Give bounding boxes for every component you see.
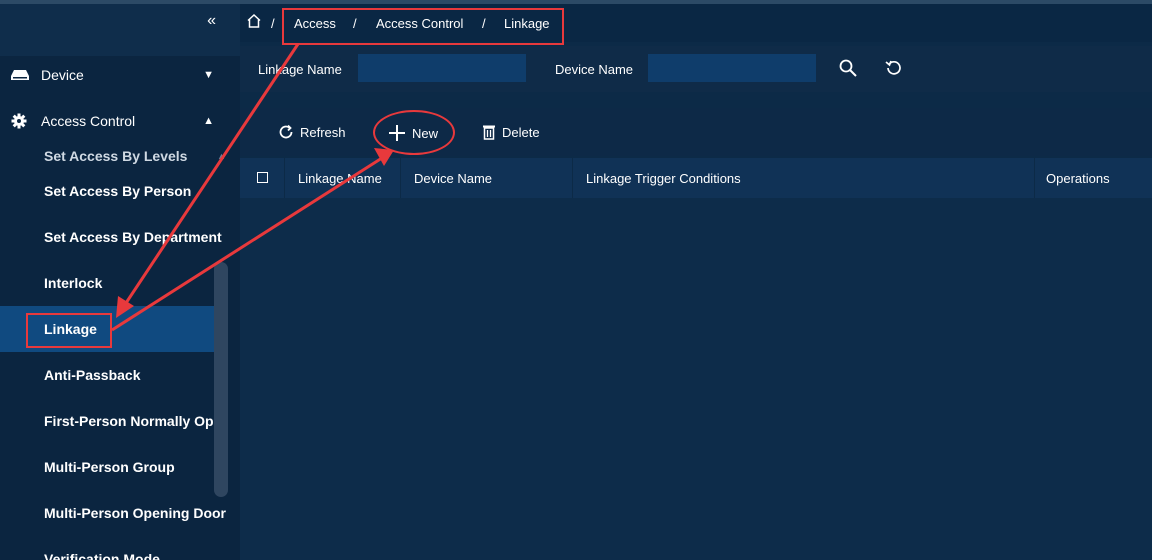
sidebar-item-anti-passback[interactable]: Anti-Passback: [0, 352, 228, 398]
sidebar-item-label: Set Access By Person: [44, 183, 192, 199]
table-body: [240, 198, 1152, 560]
column-header-trigger-conditions[interactable]: Linkage Trigger Conditions: [586, 171, 741, 186]
sidebar-item-label: Set Access By Levels: [44, 150, 188, 164]
column-divider: [1034, 158, 1035, 198]
breadcrumb-separator: /: [271, 16, 275, 31]
linkage-name-label: Linkage Name: [258, 62, 342, 77]
reset-icon[interactable]: [884, 58, 904, 81]
sidebar-item-first-person-normally-open[interactable]: First-Person Normally Open: [0, 398, 228, 444]
linkage-highlight-box: [26, 313, 112, 348]
gear-icon: [11, 113, 33, 129]
refresh-button[interactable]: Refresh: [278, 124, 346, 140]
linkage-name-input[interactable]: [358, 54, 526, 82]
chevron-up-icon: ▲: [203, 115, 214, 127]
new-button-highlight-ellipse: [373, 110, 455, 155]
sidebar-item-label: Anti-Passback: [44, 367, 141, 383]
sidebar-item-label: First-Person Normally Open: [44, 413, 228, 429]
delete-button[interactable]: Delete: [482, 124, 540, 140]
sidebar-item-interlock[interactable]: Interlock: [0, 260, 228, 306]
select-all-checkbox[interactable]: [257, 172, 268, 183]
scroll-up-icon[interactable]: ▲: [217, 151, 226, 161]
table-header: Linkage Name Device Name Linkage Trigger…: [240, 158, 1152, 198]
sidebar-scroll-track: [228, 146, 240, 560]
sidebar-item-multi-person-opening-door[interactable]: Multi-Person Opening Door: [0, 490, 228, 536]
sidebar-item-set-access-by-levels[interactable]: Set Access By Levels: [0, 150, 228, 164]
sidebar-item-label: Verification Mode: [44, 551, 160, 560]
device-icon: [11, 69, 33, 81]
sidebar-group-label: Device: [41, 67, 84, 83]
sidebar-top: [0, 4, 240, 56]
refresh-label: Refresh: [300, 124, 346, 140]
sidebar: « Device ▼ Access Control ▲ Set Access B…: [0, 4, 240, 560]
trash-icon: [483, 125, 495, 140]
column-header-linkage-name[interactable]: Linkage Name: [298, 171, 382, 186]
sidebar-item-label: Interlock: [44, 275, 103, 291]
sidebar-item-label: Multi-Person Group: [44, 459, 175, 475]
sidebar-group-label: Access Control: [41, 113, 136, 129]
breadcrumb-highlight-box: [282, 8, 564, 45]
sidebar-group-access-control[interactable]: Access Control ▲: [0, 102, 240, 140]
sidebar-item-set-access-by-person[interactable]: Set Access By Person: [0, 168, 228, 214]
column-header-operations[interactable]: Operations: [1046, 171, 1110, 186]
delete-label: Delete: [502, 124, 540, 140]
sidebar-group-device[interactable]: Device ▼: [0, 56, 240, 94]
sidebar-item-verification-mode[interactable]: Verification Mode: [0, 536, 228, 560]
device-name-input[interactable]: [648, 54, 816, 82]
chevron-down-icon: ▼: [203, 69, 214, 81]
column-divider: [400, 158, 401, 198]
sidebar-item-label: Set Access By Department: [44, 229, 222, 245]
search-icon[interactable]: [838, 58, 858, 81]
column-divider: [572, 158, 573, 198]
column-header-device-name[interactable]: Device Name: [414, 171, 492, 186]
home-icon[interactable]: [246, 13, 262, 32]
column-divider: [284, 158, 285, 198]
filter-bar: Linkage Name Device Name: [240, 46, 1152, 92]
sidebar-item-set-access-by-department[interactable]: Set Access By Department: [0, 214, 228, 260]
device-name-label: Device Name: [555, 62, 634, 77]
access-control-submenu: Set Access By Levels Set Access By Perso…: [0, 150, 228, 560]
double-chevron-left-icon[interactable]: «: [207, 12, 216, 30]
sidebar-item-multi-person-group[interactable]: Multi-Person Group: [0, 444, 228, 490]
sidebar-item-label: Multi-Person Opening Door: [44, 505, 226, 521]
refresh-icon: [279, 124, 293, 139]
sidebar-scrollbar[interactable]: [214, 262, 228, 497]
